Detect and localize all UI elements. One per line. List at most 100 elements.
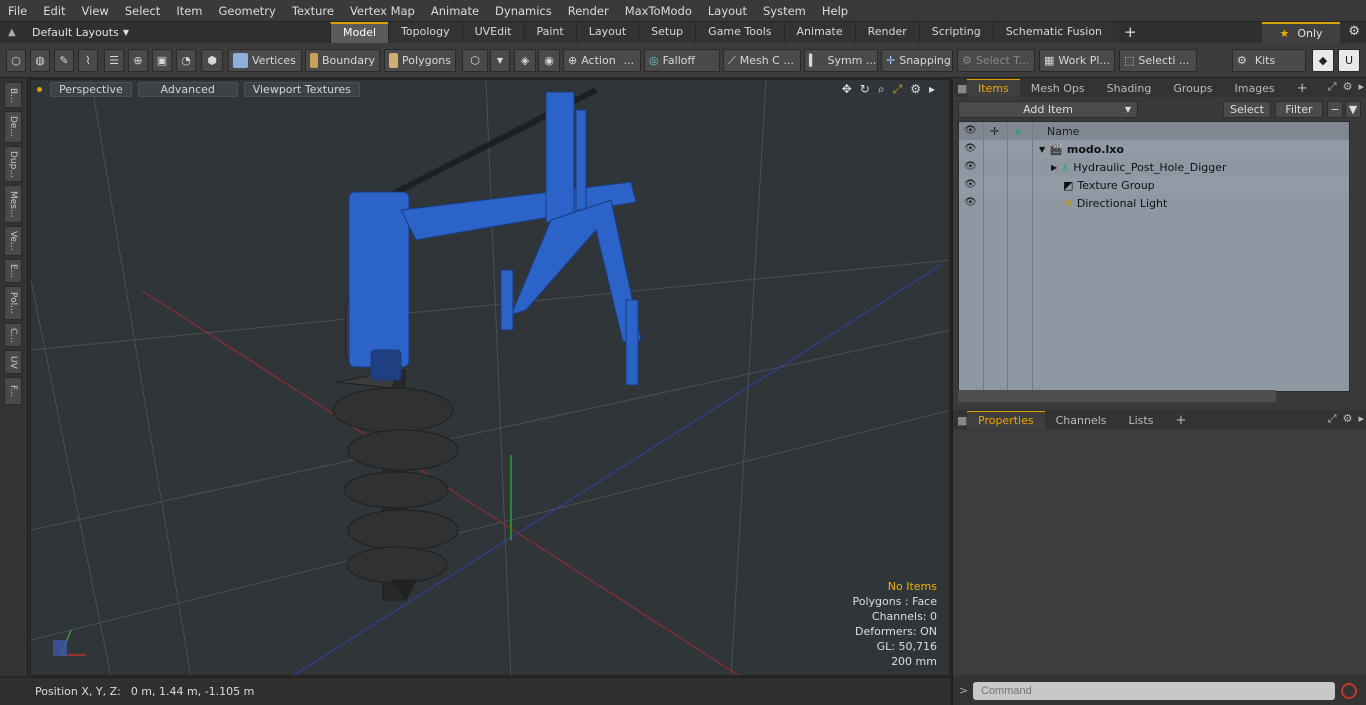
left-tab-deform[interactable]: De... [4, 111, 22, 143]
pen-tool-icon[interactable]: ✎ [54, 49, 74, 72]
layouts-dropdown[interactable]: ▲ Default Layouts ▼ [0, 22, 330, 43]
fit-view-icon[interactable]: ⤢ [893, 82, 903, 97]
menu-texture[interactable]: Texture [284, 0, 342, 22]
align-icon[interactable]: ☰ [104, 49, 124, 72]
selection-sets-button[interactable]: ⬚ Selecti ... [1119, 49, 1197, 72]
funnel-icon[interactable]: ▼ [1345, 100, 1361, 118]
menu-edit[interactable]: Edit [35, 0, 73, 22]
shield-icon[interactable]: ⬢ [201, 49, 223, 72]
expand-arrow-icon[interactable]: ▶ [1051, 163, 1057, 172]
menu-item[interactable]: Item [168, 0, 210, 22]
only-toggle[interactable]: ★ Only [1262, 22, 1340, 43]
menu-view[interactable]: View [74, 0, 117, 22]
material-icon[interactable]: ◈ [514, 49, 536, 72]
collapse-up-icon[interactable]: ▲ [8, 27, 22, 38]
tab-mesh-ops[interactable]: Mesh Ops [1020, 80, 1096, 97]
viewport-gear-icon[interactable]: ⚙ [910, 82, 921, 97]
tab-topology[interactable]: Topology [388, 22, 462, 43]
brush-icon[interactable]: ⌇ [78, 49, 98, 72]
tab-animate[interactable]: Animate [783, 22, 855, 43]
tree-row-mesh[interactable]: 👁 ▶ ⋏ Hydraulic_Post_Hole_Digger [959, 158, 1349, 176]
chevron-down-icon[interactable]: ▼ [490, 49, 510, 72]
add-item-button[interactable]: Add Item ▼ [958, 100, 1138, 118]
select-button[interactable]: Select [1223, 100, 1271, 118]
polygons-button[interactable]: Polygons [384, 49, 456, 72]
left-tab-vertex[interactable]: Ve... [4, 226, 22, 256]
boundary-button[interactable]: Boundary [305, 49, 380, 72]
tab-scripting[interactable]: Scripting [918, 22, 993, 43]
left-tab-basic[interactable]: B... [4, 82, 22, 108]
panel-gear-icon[interactable]: ⚙ [1343, 80, 1353, 94]
tab-game-tools[interactable]: Game Tools [695, 22, 784, 43]
tree-vertical-scrollbar[interactable] [1354, 121, 1364, 392]
tab-model[interactable]: Model [330, 22, 389, 43]
rotate-view-icon[interactable]: ↻ [860, 82, 870, 97]
unity-icon[interactable]: ◆ [1312, 49, 1334, 72]
vertices-button[interactable]: Vertices [228, 49, 302, 72]
menu-vertex-map[interactable]: Vertex Map [342, 0, 423, 22]
clock-icon[interactable]: ◔ [176, 49, 196, 72]
falloff-button[interactable]: ◎ Falloff [644, 49, 720, 72]
add-panel-tab-button[interactable]: + [1164, 412, 1197, 429]
tab-schematic-fusion[interactable]: Schematic Fusion [992, 22, 1115, 43]
work-plane-button[interactable]: ▦ Work Pl... [1039, 49, 1115, 72]
left-tab-uv[interactable]: UV [4, 350, 22, 374]
filter-button[interactable]: Filter [1275, 100, 1323, 118]
expand-icon[interactable]: ⤢ [1328, 412, 1337, 426]
tab-lists[interactable]: Lists [1118, 412, 1165, 429]
tab-images[interactable]: Images [1224, 80, 1286, 97]
panel-menu-dot[interactable]: ■ [953, 80, 967, 97]
panel-arrow-icon[interactable]: ▸ [1358, 412, 1364, 426]
viewport-expand-icon[interactable]: ▸ [929, 82, 935, 97]
unreal-icon[interactable]: U [1338, 49, 1360, 72]
menu-layout[interactable]: Layout [700, 0, 755, 22]
move-view-icon[interactable]: ✥ [842, 82, 852, 97]
menu-dynamics[interactable]: Dynamics [487, 0, 560, 22]
menu-render[interactable]: Render [560, 0, 617, 22]
visibility-eye-icon[interactable]: 👁 [964, 197, 977, 209]
mesh-constraint-button[interactable]: ⟋ Mesh C ... [723, 49, 801, 72]
gear-icon[interactable]: ⚙ [1348, 24, 1360, 39]
left-tab-duplicate[interactable]: Dup... [4, 146, 22, 182]
record-icon[interactable] [1341, 682, 1357, 699]
tree-horizontal-scrollbar[interactable] [958, 390, 1276, 402]
tab-items[interactable]: Items [967, 79, 1020, 97]
panel-menu-dot[interactable]: ■ [953, 412, 967, 429]
menu-geometry[interactable]: Geometry [211, 0, 284, 22]
expand-icon[interactable]: ⤢ [1328, 80, 1337, 94]
panel-gear-icon[interactable]: ⚙ [1343, 412, 1353, 426]
menu-help[interactable]: Help [814, 0, 856, 22]
tree-row-texture-group[interactable]: 👁 ◩ Texture Group [959, 176, 1349, 194]
left-tab-mesh-edit[interactable]: Mes... [4, 185, 22, 223]
viewport-textures-button[interactable]: Viewport Textures [243, 82, 360, 97]
menu-system[interactable]: System [755, 0, 814, 22]
tree-row-scene[interactable]: 👁 ▼ 🎬 modo.lxo [959, 140, 1349, 158]
menu-file[interactable]: File [0, 0, 35, 22]
menu-select[interactable]: Select [117, 0, 168, 22]
perspective-button[interactable]: Perspective [50, 82, 132, 97]
symmetry-button[interactable]: ▍ Symm ... [804, 49, 878, 72]
tab-channels[interactable]: Channels [1045, 412, 1118, 429]
advanced-button[interactable]: Advanced [137, 82, 238, 97]
circle-select-icon[interactable]: ○ [6, 49, 26, 72]
tab-layout[interactable]: Layout [575, 22, 639, 43]
tab-shading[interactable]: Shading [1096, 80, 1163, 97]
tab-setup[interactable]: Setup [638, 22, 696, 43]
visibility-eye-icon[interactable]: 👁 [964, 161, 977, 173]
collapse-icon[interactable]: − [1327, 100, 1343, 118]
command-input[interactable] [973, 681, 1335, 700]
left-tab-fusion[interactable]: F... [4, 377, 22, 405]
visibility-eye-icon[interactable]: 👁 [964, 143, 977, 155]
tab-paint[interactable]: Paint [523, 22, 576, 43]
tab-groups[interactable]: Groups [1162, 80, 1223, 97]
action-center-button[interactable]: ⊕ Action ... [563, 49, 641, 72]
3d-viewport[interactable]: Perspective Advanced Viewport Textures ✥… [30, 79, 950, 676]
tab-properties[interactable]: Properties [967, 411, 1045, 429]
select-through-button[interactable]: ⚙ Select T... [957, 49, 1035, 72]
snapping-button[interactable]: ✛ Snapping [881, 49, 953, 72]
zoom-icon[interactable]: ⌕ [878, 82, 885, 97]
left-tab-curve[interactable]: C... [4, 323, 22, 347]
tree-row-light[interactable]: 👁 ☀ Directional Light [959, 194, 1349, 212]
globe-icon[interactable]: ◍ [30, 49, 50, 72]
expand-arrow-icon[interactable]: ▼ [1039, 145, 1045, 154]
